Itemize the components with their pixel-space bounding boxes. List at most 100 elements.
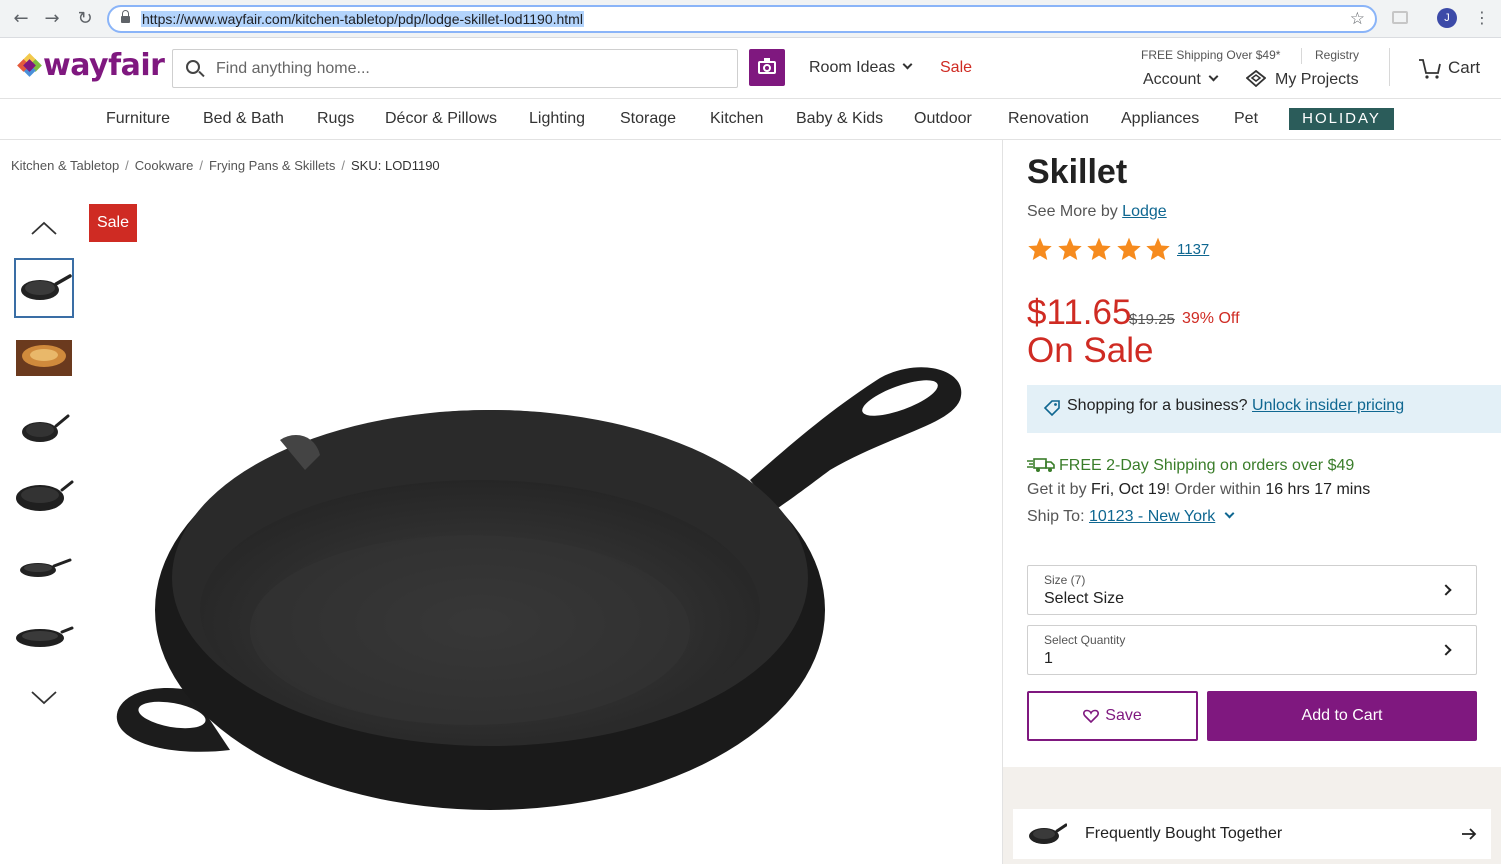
category-lighting[interactable]: Lighting [529, 110, 585, 128]
cart-icon[interactable] [1418, 58, 1442, 80]
discount-label: 39% Off [1182, 310, 1240, 327]
site-header: wayfair Room Ideas Sale FREE Shipping Ov… [0, 38, 1501, 99]
brand-link[interactable]: Lodge [1122, 203, 1167, 220]
thumbnail-6[interactable] [14, 608, 74, 668]
skillet-thumbnail-image [22, 414, 70, 442]
category-furniture[interactable]: Furniture [106, 110, 170, 128]
breadcrumb-item[interactable]: Cookware [135, 158, 194, 173]
thumbnail-1[interactable] [14, 258, 74, 318]
delivery-date: Fri, Oct 19 [1091, 481, 1166, 498]
see-more-by: See More by Lodge [1027, 203, 1167, 220]
chevron-right-icon [1440, 584, 1452, 596]
business-pricing-banner: Shopping for a business? Unlock insider … [1027, 385, 1501, 433]
save-label: Save [1105, 707, 1142, 724]
visual-search-button[interactable] [749, 49, 785, 86]
reload-icon[interactable]: ↻ [75, 9, 95, 29]
category-renovation[interactable]: Renovation [1008, 110, 1089, 128]
star-icon [1028, 237, 1052, 261]
ship-to: Ship To: 10123 - New York [1027, 508, 1235, 526]
thumbnail-2[interactable] [14, 328, 74, 388]
chevron-up-icon[interactable] [31, 221, 57, 235]
account-menu[interactable]: Account [1143, 71, 1219, 89]
ship-to-location-link[interactable]: 10123 - New York [1089, 508, 1215, 525]
delivery-estimate: Get it by Fri, Oct 19! Order within 16 h… [1027, 481, 1371, 498]
size-label: Size (7) [1044, 573, 1086, 587]
category-nav: Furniture Bed & Bath Rugs Décor & Pillow… [0, 99, 1501, 140]
thumbnail-3[interactable] [14, 398, 74, 458]
product-title: Skillet [1027, 153, 1128, 191]
category-baby-kids[interactable]: Baby & Kids [796, 110, 883, 128]
frequently-bought-together-card[interactable]: Frequently Bought Together [1013, 809, 1491, 859]
breadcrumb-separator: / [341, 158, 346, 173]
category-kitchen[interactable]: Kitchen [710, 110, 763, 128]
my-projects-link[interactable]: My Projects [1275, 71, 1359, 89]
back-icon[interactable]: ← [11, 9, 31, 29]
breadcrumb-item[interactable]: Frying Pans & Skillets [209, 158, 335, 173]
panel-divider [1002, 140, 1003, 864]
category-outdoor[interactable]: Outdoor [914, 110, 972, 128]
size-value: Select Size [1044, 590, 1125, 607]
heart-icon [1083, 709, 1100, 723]
quantity-selector[interactable]: Select Quantity 1 [1027, 625, 1477, 675]
search-bar [172, 49, 738, 88]
search-input[interactable] [216, 50, 716, 87]
my-projects-icon [1246, 70, 1266, 87]
url-text[interactable]: https://www.wayfair.com/kitchen-tabletop… [141, 11, 584, 27]
on-sale-label: On Sale [1027, 331, 1154, 370]
skillet-main-image[interactable] [110, 360, 970, 864]
forward-icon[interactable]: → [42, 9, 62, 29]
insider-pricing-link[interactable]: Unlock insider pricing [1252, 397, 1404, 414]
chevron-down-icon[interactable] [31, 691, 57, 705]
quantity-value: 1 [1044, 650, 1053, 667]
browser-menu-icon[interactable]: ⋮ [1474, 7, 1490, 29]
quantity-label: Select Quantity [1044, 633, 1126, 647]
breadcrumb-separator: / [199, 158, 203, 173]
breadcrumb-item[interactable]: Kitchen & Tabletop [11, 158, 119, 173]
sale-price: $11.65 [1027, 293, 1132, 332]
chevron-down-icon [1208, 71, 1219, 82]
holiday-banner-link[interactable]: HOLIDAY [1289, 108, 1394, 130]
lock-icon [121, 10, 130, 24]
skillet-thumbnail-image [21, 274, 72, 300]
address-bar[interactable]: https://www.wayfair.com/kitchen-tabletop… [107, 5, 1377, 33]
truck-icon [1027, 458, 1055, 472]
original-price: $19.25 [1129, 311, 1175, 328]
breadcrumb-sku: SKU: LOD1190 [351, 158, 440, 173]
thumbnail-5[interactable] [14, 538, 74, 598]
free-shipping-link[interactable]: FREE Shipping Over $49* [1141, 48, 1280, 62]
room-ideas-menu[interactable]: Room Ideas [809, 59, 913, 77]
extension-icon[interactable] [1392, 11, 1408, 24]
category-storage[interactable]: Storage [620, 110, 676, 128]
sale-link[interactable]: Sale [940, 59, 972, 77]
search-icon[interactable] [186, 60, 200, 74]
chevron-down-icon[interactable] [1224, 508, 1235, 519]
business-prompt: Shopping for a business? [1067, 397, 1248, 414]
sale-badge: Sale [89, 204, 137, 242]
header-divider [1301, 48, 1302, 64]
add-to-cart-button[interactable]: Add to Cart [1207, 691, 1477, 741]
food-thumbnail-image [16, 340, 72, 376]
rating-stars[interactable] [1027, 236, 1175, 262]
bookmark-star-icon[interactable]: ☆ [1350, 9, 1365, 29]
category-rugs[interactable]: Rugs [317, 110, 354, 128]
registry-link[interactable]: Registry [1315, 48, 1359, 62]
save-button[interactable]: Save [1027, 691, 1198, 741]
free-shipping-notice: FREE 2-Day Shipping on orders over $49 [1059, 457, 1355, 474]
category-decor-pillows[interactable]: Décor & Pillows [385, 110, 497, 128]
tag-icon [1043, 400, 1060, 417]
chevron-right-icon [1440, 644, 1452, 656]
profile-avatar[interactable]: J [1437, 8, 1457, 28]
wayfair-logo[interactable]: wayfair [17, 47, 165, 83]
browser-toolbar: ← → ↻ https://www.wayfair.com/kitchen-ta… [0, 0, 1501, 38]
category-appliances[interactable]: Appliances [1121, 110, 1199, 128]
thumbnail-4[interactable] [14, 468, 74, 528]
review-count-link[interactable]: 1137 [1177, 241, 1209, 258]
category-pet[interactable]: Pet [1234, 110, 1258, 128]
cart-link[interactable]: Cart [1448, 58, 1480, 78]
star-icon [1087, 237, 1111, 261]
breadcrumb: Kitchen & Tabletop / Cookware / Frying Pans … [11, 158, 440, 173]
frequently-bought-label: Frequently Bought Together [1085, 825, 1283, 842]
category-bed-bath[interactable]: Bed & Bath [203, 110, 284, 128]
star-icon [1057, 237, 1082, 261]
size-selector[interactable]: Size (7) Select Size [1027, 565, 1477, 615]
